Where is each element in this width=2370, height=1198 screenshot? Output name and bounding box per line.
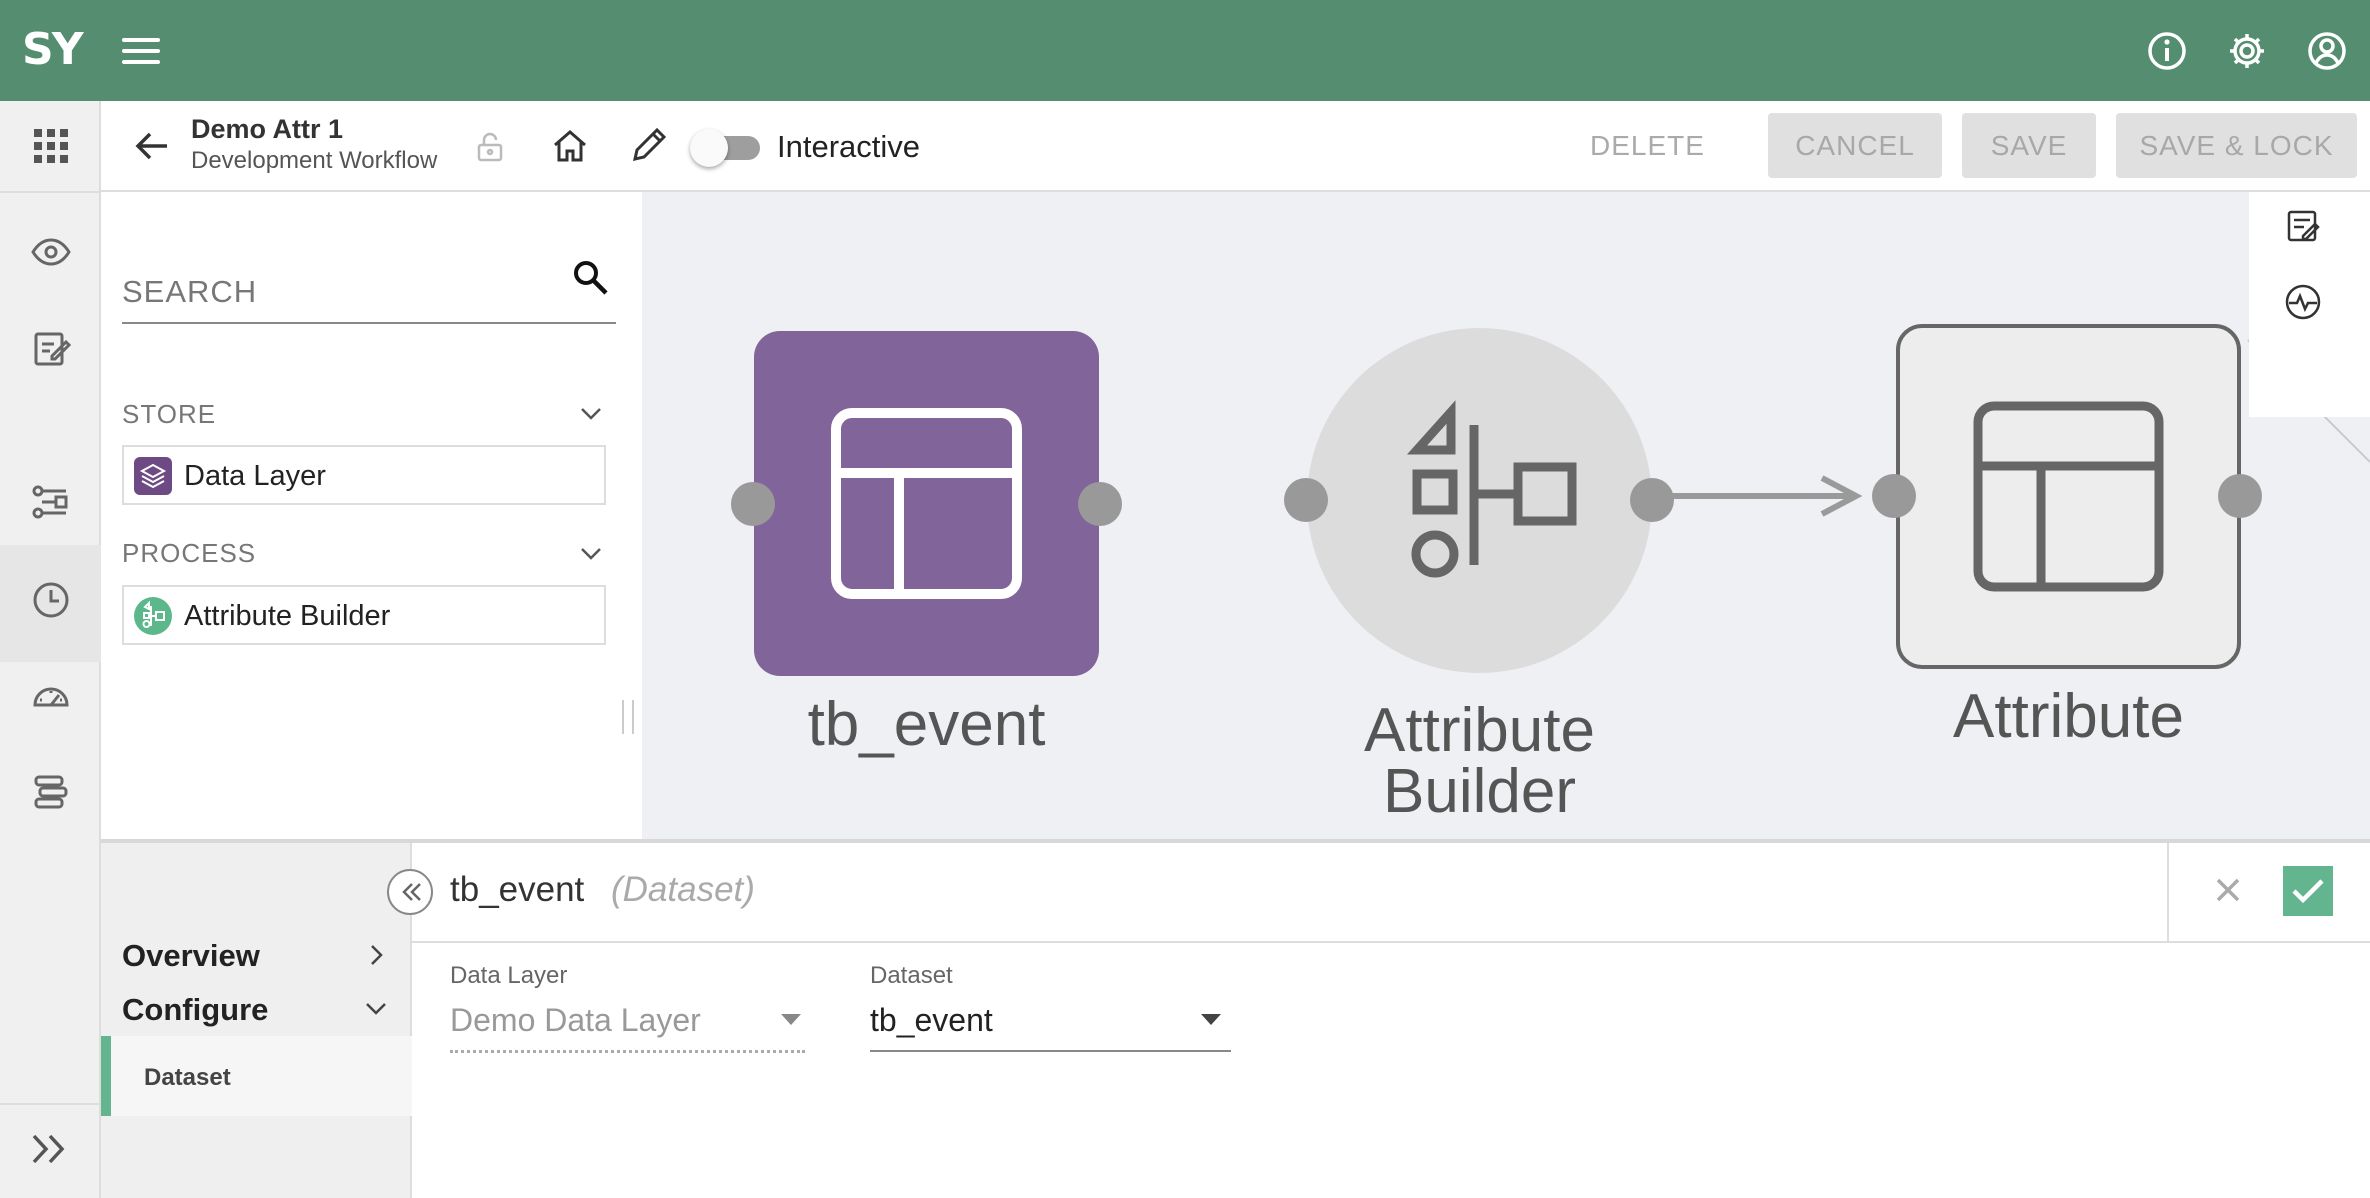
interactive-toggle[interactable] bbox=[690, 127, 763, 167]
node-input-port[interactable] bbox=[731, 482, 775, 526]
chevron-right-icon[interactable] bbox=[364, 941, 388, 969]
edit-note-icon[interactable] bbox=[30, 326, 72, 368]
stack-layers-icon[interactable] bbox=[30, 771, 72, 813]
node-label-attribute-builder: Attribute Builder bbox=[1267, 696, 1692, 826]
search-icon[interactable] bbox=[570, 257, 612, 299]
chevron-down-icon[interactable] bbox=[578, 540, 604, 566]
toggle-knob bbox=[690, 129, 728, 167]
table-icon bbox=[1973, 401, 2164, 592]
cancel-button[interactable]: CANCEL bbox=[1768, 113, 1942, 178]
chevron-down-icon[interactable] bbox=[578, 400, 604, 426]
process-section-title: PROCESS bbox=[122, 538, 257, 568]
save-button[interactable]: SAVE bbox=[1962, 113, 2096, 178]
close-icon[interactable] bbox=[2210, 872, 2246, 908]
nav-dataset[interactable]: Dataset bbox=[101, 1036, 412, 1116]
dataset-underline bbox=[870, 1050, 1231, 1052]
node-output-port[interactable] bbox=[2218, 474, 2262, 518]
node-label-tb-event: tb_event bbox=[807, 690, 1046, 759]
info-icon[interactable] bbox=[2146, 30, 2188, 72]
builder-icon bbox=[134, 597, 172, 635]
node-output-port[interactable] bbox=[1630, 478, 1674, 522]
builder-icon bbox=[1406, 400, 1577, 578]
workflow-canvas[interactable]: tb_event Attribute Builder Attribute bbox=[642, 192, 2370, 839]
nav-overview[interactable]: Overview bbox=[122, 938, 260, 974]
view-eye-icon[interactable] bbox=[30, 231, 72, 273]
header-divider bbox=[2167, 843, 2169, 943]
node-attribute-builder[interactable] bbox=[1307, 328, 1652, 673]
data-layer-select[interactable]: Demo Data Layer bbox=[450, 1002, 701, 1039]
collapse-nav-button[interactable] bbox=[387, 869, 433, 915]
dashboard-gauge-icon[interactable] bbox=[30, 675, 72, 717]
unlock-icon[interactable] bbox=[474, 131, 506, 163]
node-output-port[interactable] bbox=[1078, 482, 1122, 526]
store-section-title: STORE bbox=[122, 399, 217, 429]
apps-grid-icon[interactable] bbox=[30, 125, 72, 167]
palette-item-data-layer[interactable]: Data Layer bbox=[122, 445, 606, 505]
expand-rail-icon[interactable] bbox=[26, 1126, 76, 1172]
details-node-type: (Dataset) bbox=[611, 870, 755, 909]
data-layer-label: Data Layer bbox=[450, 962, 568, 989]
pencil-edit-icon[interactable] bbox=[627, 125, 669, 167]
canvas-tools bbox=[2249, 192, 2370, 417]
nav-configure[interactable]: Configure bbox=[122, 992, 268, 1028]
caret-down-icon[interactable] bbox=[1201, 1014, 1221, 1025]
home-icon[interactable] bbox=[549, 125, 591, 167]
menu-icon[interactable] bbox=[120, 30, 162, 72]
search-placeholder: SEARCH bbox=[122, 274, 258, 309]
workflow-icon[interactable] bbox=[30, 481, 72, 523]
interactive-label: Interactive bbox=[777, 129, 921, 164]
search-input[interactable]: SEARCH bbox=[122, 250, 616, 324]
node-tb-event[interactable] bbox=[754, 331, 1099, 676]
dataset-select[interactable]: tb_event bbox=[870, 1002, 993, 1039]
settings-icon[interactable] bbox=[2226, 30, 2268, 72]
palette-item-label: Attribute Builder bbox=[184, 600, 391, 632]
workflow-subtitle: Development Workflow bbox=[191, 147, 438, 174]
activity-monitor-icon[interactable] bbox=[2283, 282, 2323, 322]
workflow-title: Demo Attr 1 bbox=[191, 114, 344, 144]
node-label-line: Attribute bbox=[1364, 696, 1595, 765]
layers-icon bbox=[134, 457, 172, 495]
notes-icon[interactable] bbox=[2283, 206, 2323, 246]
data-layer-underline bbox=[450, 1050, 805, 1053]
caret-down-icon[interactable] bbox=[781, 1014, 801, 1025]
back-arrow-icon[interactable] bbox=[131, 125, 173, 167]
palette-item-label: Data Layer bbox=[184, 460, 326, 492]
chevron-down-icon[interactable] bbox=[362, 997, 390, 1021]
account-icon[interactable] bbox=[2306, 30, 2348, 72]
node-label-attribute: Attribute bbox=[1953, 682, 2184, 751]
apply-check-button[interactable] bbox=[2283, 866, 2333, 916]
node-attribute[interactable] bbox=[1896, 324, 2241, 669]
delete-button[interactable]: DELETE bbox=[1590, 130, 1705, 162]
top-bar: SY bbox=[0, 0, 2370, 101]
app-logo[interactable]: SY bbox=[22, 24, 84, 75]
save-and-lock-button[interactable]: SAVE & LOCK bbox=[2116, 113, 2357, 178]
nav-dataset-label: Dataset bbox=[144, 1064, 231, 1091]
check-icon bbox=[2292, 879, 2324, 904]
left-rail bbox=[0, 101, 101, 1198]
double-chevron-left-icon bbox=[402, 883, 421, 901]
dataset-label: Dataset bbox=[870, 962, 953, 989]
node-input-port[interactable] bbox=[1872, 474, 1916, 518]
panel-resize-handle[interactable] bbox=[622, 700, 634, 734]
palette-item-attribute-builder[interactable]: Attribute Builder bbox=[122, 585, 606, 645]
node-input-port[interactable] bbox=[1284, 478, 1328, 522]
node-label-line: Builder bbox=[1383, 757, 1576, 826]
table-icon bbox=[831, 408, 1022, 599]
details-node-name: tb_event bbox=[450, 870, 585, 909]
history-clock-icon[interactable] bbox=[30, 579, 72, 621]
